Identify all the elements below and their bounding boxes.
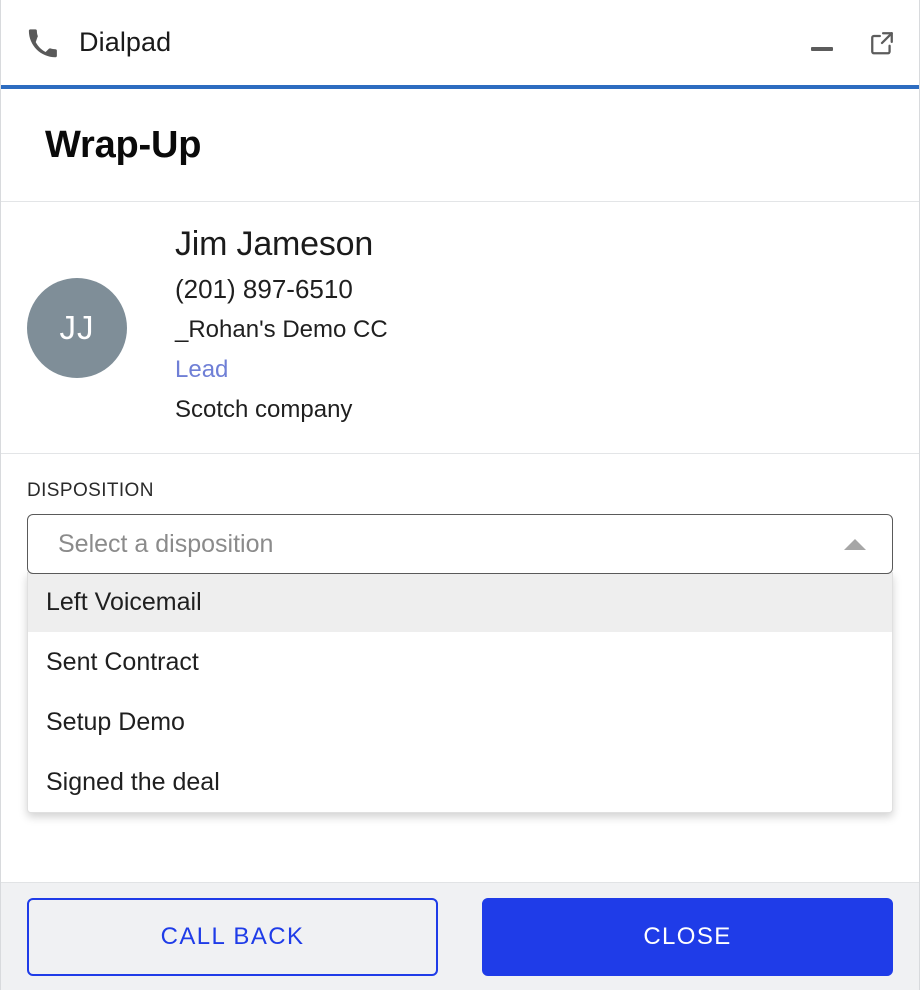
minimize-glyph [811,46,833,51]
dropdown-option[interactable]: Left Voicemail [28,572,892,632]
contact-card: JJ Jim Jameson (201) 897-6510 _Rohan's D… [1,202,919,454]
action-bar: CALL BACK CLOSE [1,882,919,990]
avatar: JJ [27,277,127,378]
contact-details: Jim Jameson (201) 897-6510 _Rohan's Demo… [175,224,388,430]
window-controls [807,28,897,58]
contact-company: Scotch company [175,396,353,424]
disposition-select[interactable]: Select a disposition [27,514,893,574]
dropdown-option[interactable]: Setup Demo [28,692,892,752]
dialpad-wrapup-window: Dialpad Wrap-Up JJ Jim Jameson (201) 897… [0,0,920,990]
call-back-button[interactable]: CALL BACK [27,897,438,976]
page-title: Wrap-Up [45,123,202,166]
contact-phone: (201) 897-6510 [175,274,353,305]
app-title: Dialpad [79,27,172,57]
close-button[interactable]: CLOSE [482,897,893,976]
minimize-icon[interactable] [807,28,837,58]
disposition-select-wrapper: Select a disposition Left Voicemail Sent … [27,514,893,813]
caret-up-icon[interactable] [844,538,866,550]
window-titlebar: Dialpad [1,0,919,89]
dropdown-option[interactable]: Sent Contract [28,632,892,692]
disposition-placeholder: Select a disposition [58,529,274,558]
disposition-label: DISPOSITION [27,480,154,501]
popout-icon[interactable] [867,28,897,58]
disposition-dropdown: Left Voicemail Sent Contract Setup Demo Sig… [27,572,893,813]
wrapup-form: DISPOSITION Select a disposition Left Vo… [1,454,919,882]
page-heading-bar: Wrap-Up [1,89,919,202]
contact-organization: _Rohan's Demo CC [175,315,388,343]
contact-name: Jim Jameson [175,225,374,264]
contact-type-link[interactable]: Lead [175,350,388,390]
phone-icon [27,28,57,58]
dropdown-option[interactable]: Signed the deal [28,752,892,812]
titlebar-left-group: Dialpad [27,27,171,58]
